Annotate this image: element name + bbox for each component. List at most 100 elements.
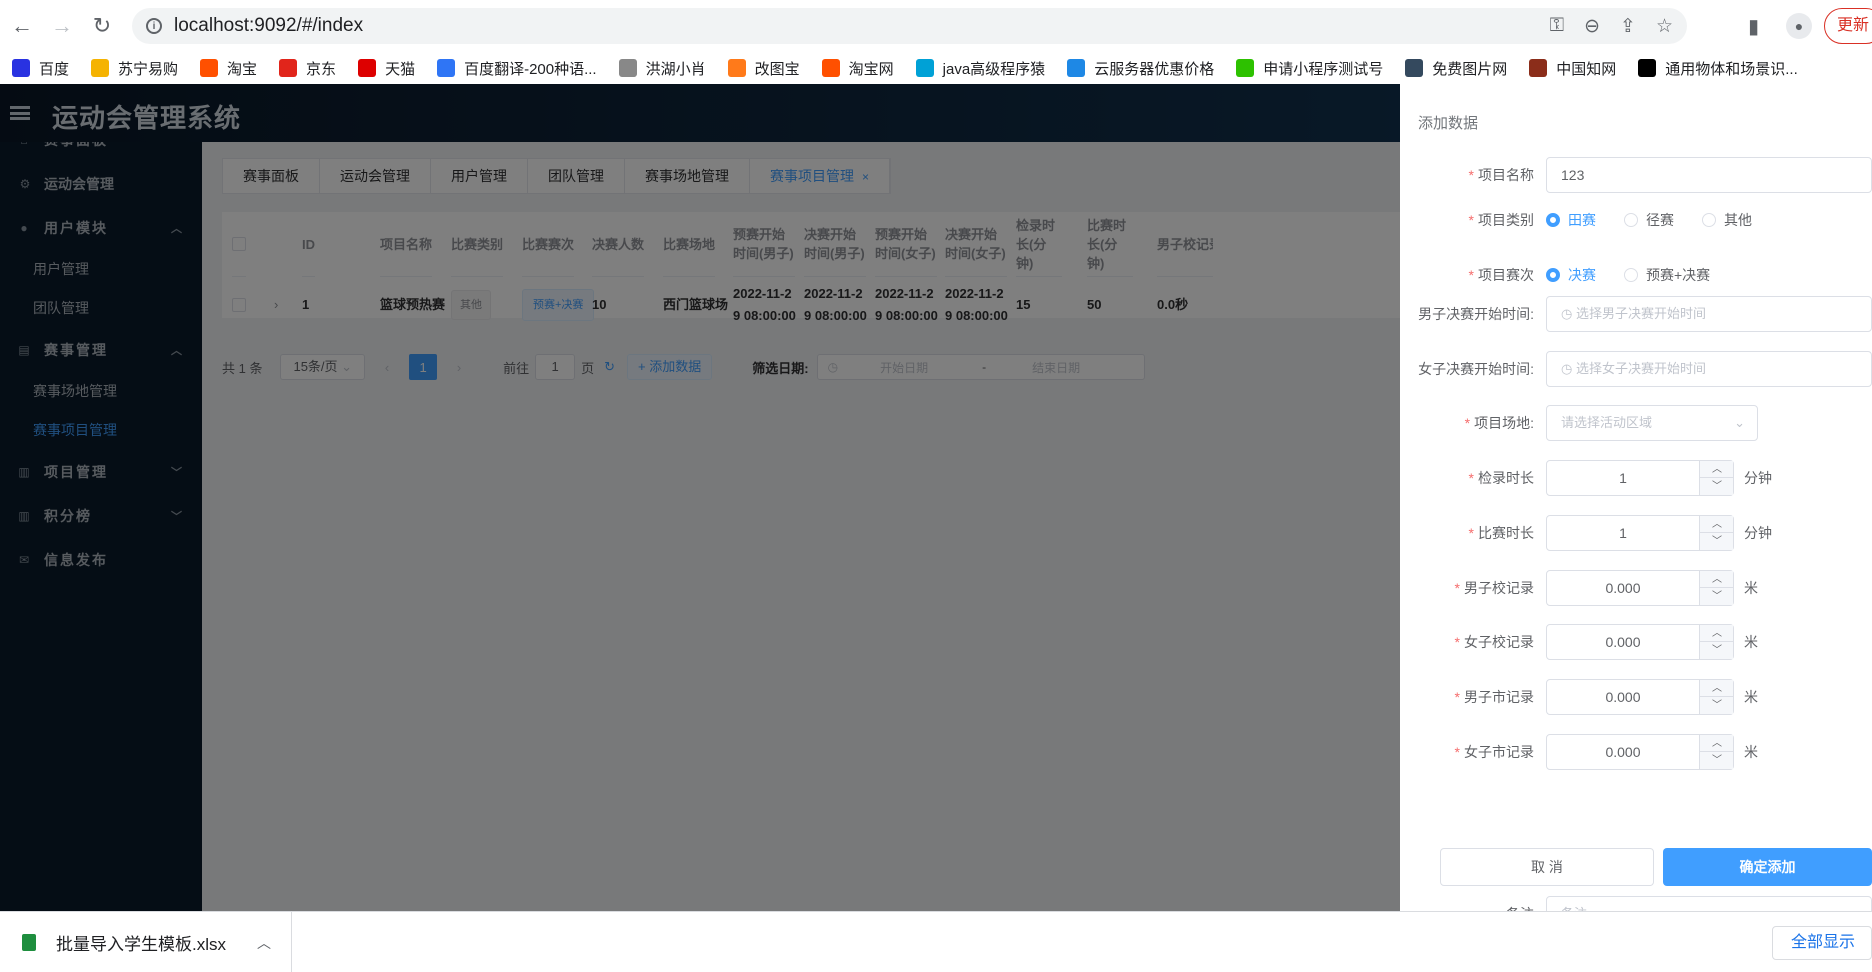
increment-icon[interactable]: ︿: [1700, 735, 1734, 752]
checkin-duration-stepper[interactable]: 1 ︿ ﹀: [1546, 460, 1734, 496]
bookmark-item[interactable]: 免费图片网: [1405, 58, 1507, 79]
item-name-input[interactable]: 123: [1546, 157, 1872, 193]
men-final-time-picker[interactable]: ◷ 选择男子决赛开始时间: [1546, 296, 1872, 332]
radio-field[interactable]: 田赛: [1546, 210, 1596, 230]
side-panel-icon[interactable]: ▮: [1748, 8, 1759, 44]
forward-icon[interactable]: →: [44, 8, 80, 44]
increment-icon[interactable]: ︿: [1700, 516, 1734, 533]
form-row-men-time: 男子决赛开始时间: ◷ 选择男子决赛开始时间: [1400, 296, 1872, 332]
radio-track[interactable]: 径赛: [1624, 210, 1674, 230]
clock-icon: ◷: [1561, 306, 1573, 321]
bookmark-item[interactable]: 天猫: [358, 58, 415, 79]
bookmark-favicon-icon: [915, 59, 934, 77]
increment-icon[interactable]: ︿: [1700, 625, 1734, 642]
add-data-drawer: 添加数据 * 项目名称 123 * 项目类别 田赛 径赛 其他 * 项目赛次 决赛 预…: [1400, 84, 1872, 911]
bookmark-item[interactable]: 云服务器优惠价格: [1067, 58, 1214, 79]
bookmark-item[interactable]: 通用物体和场景识...: [1638, 58, 1798, 79]
bookmark-item[interactable]: 中国知网: [1529, 58, 1616, 79]
bookmark-favicon-icon: [279, 59, 298, 77]
men-school-record-stepper[interactable]: 0.000 ︿ ﹀: [1546, 570, 1734, 606]
bookmark-favicon-icon: [91, 59, 110, 77]
zoom-icon[interactable]: ⊖: [1584, 15, 1600, 38]
bookmark-item[interactable]: 淘宝: [200, 58, 257, 79]
form-row-women-school: * 女子校记录 0.000 ︿ ﹀ 米: [1400, 624, 1872, 660]
key-icon[interactable]: ⚿: [1550, 15, 1564, 37]
bookmark-item[interactable]: 淘宝网: [821, 58, 894, 79]
increment-icon[interactable]: ︿: [1700, 680, 1734, 697]
women-school-record-stepper[interactable]: 0.000 ︿ ﹀: [1546, 624, 1734, 660]
radio-final[interactable]: 决赛: [1546, 265, 1596, 285]
bookmark-item[interactable]: 百度翻译-200种语...: [437, 58, 597, 79]
bookmark-favicon-icon: [727, 59, 746, 77]
increment-icon[interactable]: ︿: [1700, 571, 1734, 588]
info-icon[interactable]: i: [146, 18, 162, 34]
bookmark-favicon-icon: [1067, 59, 1086, 77]
chevron-up-icon[interactable]: ︿: [257, 933, 271, 953]
modal-overlay[interactable]: [0, 84, 1400, 911]
bookmark-favicon-icon: [1529, 59, 1548, 77]
app: ⌂赛事面板 ⚙运动会管理 ●用户模块︿ 用户管理 团队管理 ▤赛事管理︿ 赛事场…: [0, 84, 1872, 911]
bookmark-favicon-icon: [358, 59, 377, 77]
form-row-men-school: * 男子校记录 0.000 ︿ ﹀ 米: [1400, 570, 1872, 606]
clock-icon: ◷: [1561, 361, 1573, 376]
men-city-record-stepper[interactable]: 0.000 ︿ ﹀: [1546, 679, 1734, 715]
decrement-icon[interactable]: ﹀: [1700, 478, 1734, 495]
bookmark-favicon-icon: [200, 59, 219, 77]
women-city-record-stepper[interactable]: 0.000 ︿ ﹀: [1546, 734, 1734, 770]
venue-select[interactable]: 请选择活动区域 ⌄: [1546, 405, 1758, 441]
decrement-icon[interactable]: ﹀: [1700, 697, 1734, 714]
bookmark-item[interactable]: 京东: [279, 58, 336, 79]
bookmark-item[interactable]: 改图宝: [727, 58, 800, 79]
excel-file-icon: [22, 934, 36, 951]
form-row-round: * 项目赛次 决赛 预赛+决赛: [1468, 265, 1711, 285]
decrement-icon[interactable]: ﹀: [1700, 588, 1734, 605]
profile-icon[interactable]: ●: [1786, 13, 1812, 39]
form-row-duration: * 比赛时长 1 ︿ ﹀ 分钟: [1400, 515, 1872, 551]
download-item[interactable]: 批量导入学生模板.xlsx ︿: [0, 912, 292, 972]
bookmarks-bar: 百度 苏宁易购 淘宝 京东 天猫 百度翻译-200种语... 洪湖小肖 改图宝 淘宝网 java高…: [0, 52, 1872, 84]
drawer-title: 添加数据: [1418, 115, 1479, 132]
download-filename: 批量导入学生模板.xlsx: [56, 935, 226, 954]
increment-icon[interactable]: ︿: [1700, 461, 1734, 478]
decrement-icon[interactable]: ﹀: [1700, 533, 1734, 550]
radio-prelim-final[interactable]: 预赛+决赛: [1624, 265, 1710, 285]
women-final-time-picker[interactable]: ◷ 选择女子决赛开始时间: [1546, 351, 1872, 387]
back-icon[interactable]: ←: [4, 8, 40, 44]
bookmark-item[interactable]: 百度: [12, 58, 69, 79]
bookmark-favicon-icon: [618, 59, 637, 77]
form-row-category: * 项目类别 田赛 径赛 其他: [1468, 210, 1752, 230]
confirm-add-button[interactable]: 确定添加: [1663, 848, 1872, 886]
form-row-venue: * 项目场地: 请选择活动区域 ⌄: [1400, 405, 1872, 441]
match-duration-stepper[interactable]: 1 ︿ ﹀: [1546, 515, 1734, 551]
share-icon[interactable]: ⇪: [1620, 15, 1636, 38]
note-input[interactable]: 备注: [1546, 896, 1872, 911]
decrement-icon[interactable]: ﹀: [1700, 642, 1734, 659]
bookmark-item[interactable]: 洪湖小肖: [618, 58, 706, 79]
bookmark-item[interactable]: 申请小程序测试号: [1236, 58, 1383, 79]
form-row-women-time: 女子决赛开始时间: ◷ 选择女子决赛开始时间: [1400, 351, 1872, 387]
decrement-icon[interactable]: ﹀: [1700, 752, 1734, 769]
bookmark-item[interactable]: 苏宁易购: [91, 58, 178, 79]
bookmark-favicon-icon: [12, 59, 30, 77]
reload-icon[interactable]: ↻: [84, 8, 120, 44]
radio-other[interactable]: 其他: [1702, 210, 1752, 230]
url-text[interactable]: localhost:9092/#/index: [174, 15, 363, 37]
form-row-name: * 项目名称 123: [1400, 157, 1872, 193]
show-all-button[interactable]: 全部显示: [1772, 926, 1872, 960]
bookmark-favicon-icon: [1638, 59, 1657, 77]
bookmark-favicon-icon: [821, 59, 840, 77]
chevron-down-icon: ⌄: [1734, 415, 1745, 430]
form-row-note: 备注 备注: [1400, 896, 1872, 911]
downloads-bar: 批量导入学生模板.xlsx ︿ 全部显示: [0, 911, 1872, 972]
bookmark-favicon-icon: [437, 59, 456, 77]
star-icon[interactable]: ☆: [1656, 15, 1673, 38]
update-button[interactable]: 更新: [1824, 8, 1872, 44]
bookmark-favicon-icon: [1236, 59, 1255, 77]
cancel-button[interactable]: 取 消: [1440, 848, 1654, 886]
form-row-men-city: * 男子市记录 0.000 ︿ ﹀ 米: [1400, 679, 1872, 715]
bookmark-favicon-icon: [1405, 59, 1424, 77]
address-bar[interactable]: i localhost:9092/#/index ⚿ ⊖ ⇪ ☆: [132, 8, 1687, 44]
bookmark-item[interactable]: java高级程序猿: [915, 58, 1045, 79]
form-row-checkin: * 检录时长 1 ︿ ﹀ 分钟: [1400, 460, 1872, 496]
form-row-women-city: * 女子市记录 0.000 ︿ ﹀ 米: [1400, 734, 1872, 770]
